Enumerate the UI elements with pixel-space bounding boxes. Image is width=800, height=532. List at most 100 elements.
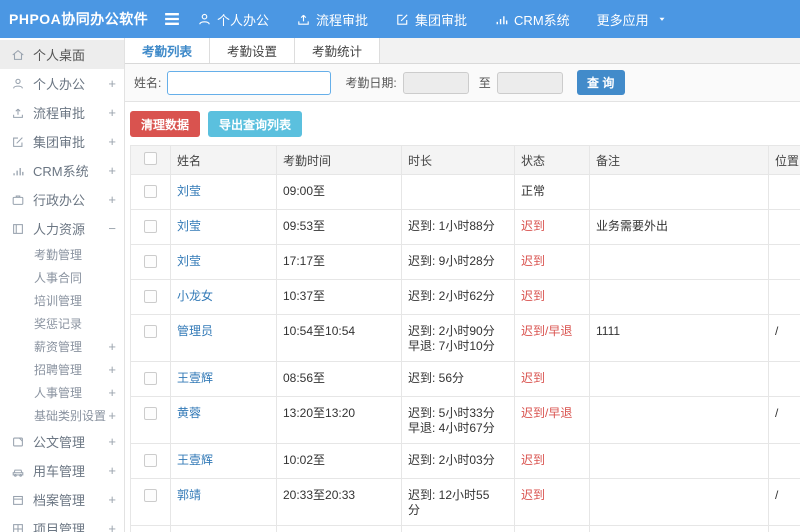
sidebar-subitem[interactable]: 考勤管理 xyxy=(0,243,124,266)
expand-plus-icon[interactable]: + xyxy=(108,135,116,148)
status-text: 迟到 xyxy=(514,478,590,526)
query-button[interactable]: 查 询 xyxy=(576,70,625,95)
row-checkbox[interactable] xyxy=(144,325,157,338)
home-icon xyxy=(11,48,25,62)
name-label: 姓名: xyxy=(134,76,162,90)
tab-item[interactable]: 考勤统计 xyxy=(295,38,381,63)
location xyxy=(768,174,800,210)
row-checkbox-cell xyxy=(130,361,171,397)
sidebar-item[interactable]: 个人桌面 xyxy=(0,40,124,69)
user-name-link[interactable]: 郭靖 xyxy=(170,478,277,526)
sidebar-item[interactable]: 行政办公 + xyxy=(0,185,124,214)
sidebar-subitem[interactable]: 奖惩记录 xyxy=(0,312,124,335)
user-name-link[interactable]: 黄蓉 xyxy=(170,525,277,532)
expand-plus-icon[interactable]: + xyxy=(108,464,116,477)
sidebar-item[interactable]: 档案管理 + xyxy=(0,485,124,514)
remark xyxy=(589,244,769,280)
topnav-item[interactable]: 个人办公 xyxy=(197,10,269,29)
status-text: 迟到 xyxy=(514,279,590,315)
menu-icon[interactable] xyxy=(161,8,183,30)
user-name-link[interactable]: 刘莹 xyxy=(170,174,277,210)
row-checkbox[interactable] xyxy=(144,489,157,502)
expand-plus-icon[interactable]: + xyxy=(108,77,116,90)
user-name-link[interactable]: 刘莹 xyxy=(170,209,277,245)
sidebar-subitem[interactable]: 培训管理 xyxy=(0,289,124,312)
name-input[interactable] xyxy=(167,70,332,95)
date-to-label: 至 xyxy=(478,76,491,90)
topnav-item[interactable]: 更多应用 xyxy=(597,10,667,29)
row-checkbox[interactable] xyxy=(144,255,157,268)
topnav-item[interactable]: 集团审批 xyxy=(395,10,467,29)
user-name-link[interactable]: 王壹辉 xyxy=(170,443,277,479)
user-name-link[interactable]: 黄蓉 xyxy=(170,396,277,444)
topnav-item[interactable]: CRM系统 xyxy=(494,10,570,29)
expand-plus-icon[interactable]: + xyxy=(108,106,116,119)
row-checkbox[interactable] xyxy=(144,185,157,198)
row-checkbox[interactable] xyxy=(144,407,157,420)
sidebar-item[interactable]: 公文管理 + xyxy=(0,427,124,456)
table-header-row: 姓名 考勤时间 时长 状态 备注 位置 xyxy=(130,145,800,175)
date-start-input[interactable] xyxy=(402,71,469,94)
date-end-input[interactable] xyxy=(496,71,563,94)
expand-plus-icon[interactable]: + xyxy=(108,363,116,376)
duration: 迟到: 2小时62分 xyxy=(401,279,515,315)
expand-plus-icon[interactable]: + xyxy=(108,164,116,177)
tab-active[interactable]: 考勤列表 xyxy=(125,38,211,63)
status-text: 迟到 xyxy=(514,361,590,397)
sidebar-subitem[interactable]: 人事管理 + xyxy=(0,381,124,404)
collapse-minus-icon[interactable]: − xyxy=(108,222,116,235)
attendance-time: 10:37至 xyxy=(276,279,402,315)
user-name-link[interactable]: 小龙女 xyxy=(170,279,277,315)
row-checkbox[interactable] xyxy=(144,290,157,303)
expand-plus-icon[interactable]: + xyxy=(108,386,116,399)
content-area: 清理数据 导出查询列表 姓名 考勤时间 时长 状态 备注 位置 刘莹 09:00至 正常 刘莹 0… xyxy=(125,102,800,532)
clear-data-button[interactable]: 清理数据 xyxy=(130,111,201,137)
select-all-checkbox[interactable] xyxy=(144,152,157,165)
sidebar-item[interactable]: 人力资源 − xyxy=(0,214,124,243)
expand-plus-icon[interactable]: + xyxy=(108,193,116,206)
sidebar-item[interactable]: 个人办公 + xyxy=(0,69,124,98)
row-checkbox-cell xyxy=(130,174,171,210)
topnav-item[interactable]: 流程审批 xyxy=(296,10,368,29)
expand-plus-icon[interactable]: + xyxy=(108,522,116,532)
export-list-button[interactable]: 导出查询列表 xyxy=(208,111,303,137)
table-row: 小龙女 10:37至 迟到: 2小时62分 迟到 xyxy=(130,279,800,315)
user-name-link[interactable]: 管理员 xyxy=(170,314,277,362)
user-name-link[interactable]: 王壹辉 xyxy=(170,361,277,397)
sidebar-subitem[interactable]: 基础类别设置 + xyxy=(0,404,124,427)
sidebar-subitem[interactable]: 招聘管理 + xyxy=(0,358,124,381)
duration: 迟到: 56分 xyxy=(401,361,515,397)
row-checkbox[interactable] xyxy=(144,372,157,385)
row-checkbox-cell xyxy=(130,478,171,526)
attendance-time: 20:33至20:33 xyxy=(276,478,402,526)
location: / xyxy=(768,478,800,526)
expand-plus-icon[interactable]: + xyxy=(108,409,116,422)
sidebar-item-label: 用车管理 xyxy=(33,464,86,479)
sidebar-item[interactable]: CRM系统 + xyxy=(0,156,124,185)
expand-plus-icon[interactable]: + xyxy=(108,340,116,353)
sidebar-subitem[interactable]: 薪资管理 + xyxy=(0,335,124,358)
duration: 迟到: 5小时33分 早退: 4小时67分 xyxy=(401,396,515,444)
row-checkbox[interactable] xyxy=(144,220,157,233)
app-window: PHPOA协同办公软件 个人办公 流程审批 集团审批 CRM系统 更多应用 个人桌面 个人… xyxy=(0,0,800,532)
sidebar-item[interactable]: 流程审批 + xyxy=(0,98,124,127)
sidebar-item-label: 流程审批 xyxy=(33,106,86,121)
table-row: 王壹辉 08:56至 迟到: 56分 迟到 xyxy=(130,361,800,397)
sidebar-subitem[interactable]: 人事合同 xyxy=(0,266,124,289)
row-checkbox[interactable] xyxy=(144,454,157,467)
row-checkbox-cell xyxy=(130,209,171,245)
attendance-time: 08:56至 xyxy=(276,361,402,397)
duration: 迟到: 1小时88分 xyxy=(401,209,515,245)
table-row: 黄蓉20:32至20:32迟到: 12小时53 分迟到 / xyxy=(130,525,800,532)
remark xyxy=(589,396,769,444)
sidebar-item[interactable]: 集团审批 + xyxy=(0,127,124,156)
expand-plus-icon[interactable]: + xyxy=(108,435,116,448)
tab-item[interactable]: 考勤设置 xyxy=(210,38,296,63)
sidebar-item[interactable]: 用车管理 + xyxy=(0,456,124,485)
row-checkbox-cell xyxy=(130,314,171,362)
expand-plus-icon[interactable]: + xyxy=(108,493,116,506)
attendance-time: 20:32至20:32 xyxy=(276,525,402,532)
user-name-link[interactable]: 刘莹 xyxy=(170,244,277,280)
app-logo: PHPOA协同办公软件 xyxy=(9,11,149,27)
sidebar-item[interactable]: 项目管理 + xyxy=(0,514,124,532)
